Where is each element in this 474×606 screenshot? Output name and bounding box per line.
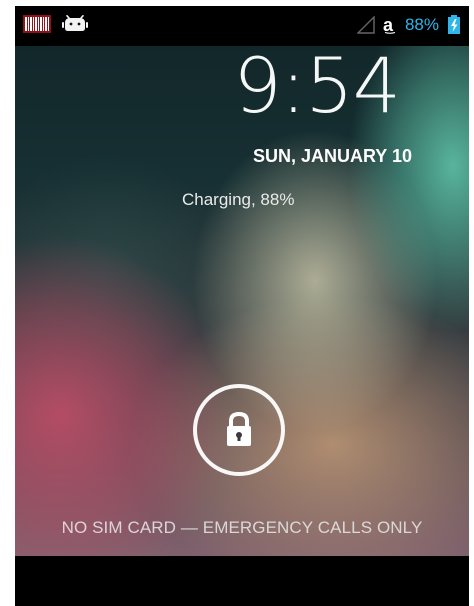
lock-icon (227, 411, 251, 446)
bottom-bar (15, 556, 469, 606)
android-icon (62, 15, 88, 31)
amazon-icon: a (383, 16, 396, 34)
device-frame: a 88% 9:54 SUN, JANUARY 10 Charging, 88%… (15, 6, 469, 606)
unlock-button[interactable] (193, 384, 285, 476)
status-left-icons (23, 15, 89, 33)
charging-status: Charging, 88% (182, 190, 295, 209)
battery-percentage: 88% (404, 15, 439, 34)
status-right-icons: a 88% (356, 15, 461, 35)
signal-icon (356, 16, 375, 34)
date-text: SUN, JANUARY 10 (252, 146, 412, 166)
battery-icon (448, 15, 460, 34)
barcode-icon (23, 15, 51, 33)
lock-screen: 9:54 SUN, JANUARY 10 Charging, 88% NO SI… (15, 46, 469, 556)
status-bar: a 88% (15, 6, 469, 46)
svg-text:a: a (383, 16, 394, 34)
clock-time: 9:54 (233, 46, 401, 130)
emergency-calls-text: NO SIM CARD — EMERGENCY CALLS ONLY (61, 518, 423, 537)
